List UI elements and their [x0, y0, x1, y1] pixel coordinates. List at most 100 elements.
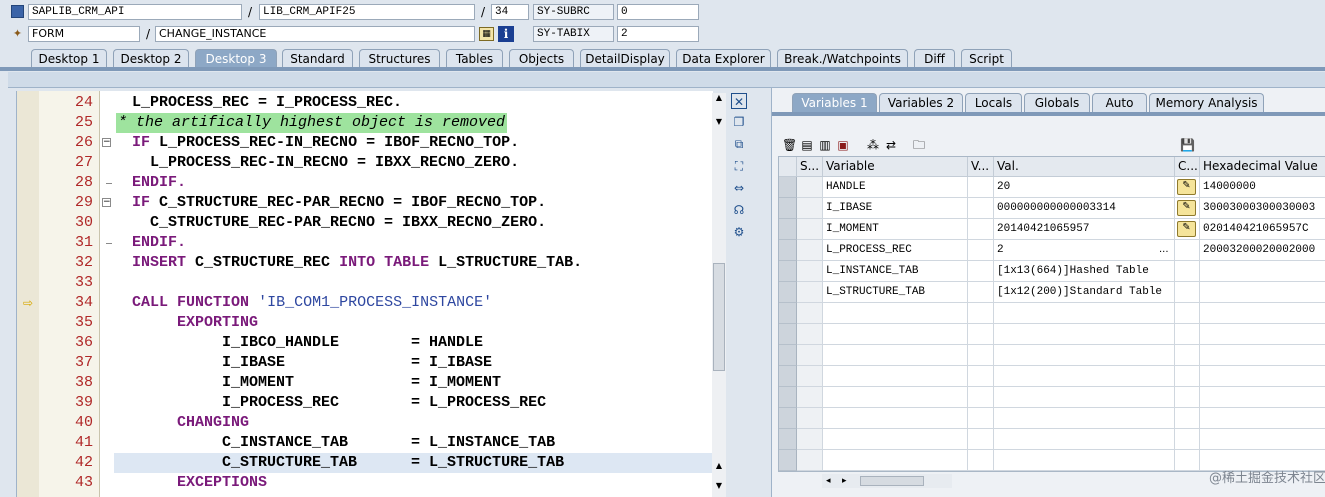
- grid-cell[interactable]: [823, 303, 968, 324]
- grid-header[interactable]: Variable: [823, 157, 968, 177]
- fold-column[interactable]: − −: [100, 91, 114, 497]
- info-icon[interactable]: i: [498, 26, 514, 42]
- row-selector[interactable]: [779, 387, 797, 408]
- grid-cell[interactable]: [823, 324, 968, 345]
- table-icon[interactable]: ▦: [479, 27, 494, 41]
- code-line[interactable]: EXCEPTIONS: [114, 473, 713, 493]
- folder-open-icon[interactable]: 🗀: [912, 138, 926, 152]
- edit-pencil-icon[interactable]: ✎: [1177, 200, 1196, 216]
- variable-value-cell[interactable]: 20140421065957: [994, 219, 1175, 240]
- row-selector[interactable]: [779, 450, 797, 471]
- transfer-icon[interactable]: ⇄: [884, 138, 898, 152]
- code-line[interactable]: I_PROCESS_REC = L_PROCESS_REC: [114, 393, 713, 413]
- horizontal-scrollbar[interactable]: ◂ ▸: [822, 474, 952, 488]
- code-line[interactable]: ENDIF.: [114, 233, 713, 253]
- code-line[interactable]: CALL FUNCTION 'IB_COM1_PROCESS_INSTANCE': [114, 293, 713, 313]
- grid-header[interactable]: V...: [968, 157, 994, 177]
- tab-diff[interactable]: Diff: [914, 49, 955, 68]
- new-window-icon[interactable]: ❐: [731, 114, 747, 130]
- tab-memory-analysis[interactable]: Memory Analysis: [1149, 93, 1264, 113]
- grid-cell[interactable]: [994, 345, 1175, 366]
- code-line[interactable]: I_MOMENT = I_MOMENT: [114, 373, 713, 393]
- code-line[interactable]: C_STRUCTURE_REC-PAR_RECNO = IBXX_RECNO_Z…: [114, 213, 713, 233]
- code-line[interactable]: IF C_STRUCTURE_REC-PAR_RECNO = IBOF_RECN…: [114, 193, 713, 213]
- code-line[interactable]: I_IBASE = I_IBASE: [114, 353, 713, 373]
- code-line[interactable]: I_IBCO_HANDLE = HANDLE: [114, 333, 713, 353]
- variable-name-cell[interactable]: L_INSTANCE_TAB: [823, 261, 968, 282]
- tab-locals[interactable]: Locals: [965, 93, 1022, 113]
- code-line[interactable]: [114, 273, 713, 293]
- variable-name-cell[interactable]: L_PROCESS_REC: [823, 240, 968, 261]
- tab-globals[interactable]: Globals: [1024, 93, 1090, 113]
- tab-structures[interactable]: Structures: [359, 49, 440, 68]
- code-line[interactable]: L_PROCESS_REC = I_PROCESS_REC.: [114, 93, 713, 113]
- grid-cell[interactable]: [823, 429, 968, 450]
- fold-toggle-icon[interactable]: −: [102, 198, 111, 207]
- variable-value-cell[interactable]: [1x12(200)]Standard Table: [994, 282, 1175, 303]
- source-code-editor[interactable]: ⇨ 24 25 26 27 28 29 30 31 32 33 34 35 36 37 38 39 40 41 42…: [16, 91, 713, 497]
- include-field[interactable]: LIB_CRM_APIF25: [259, 4, 475, 20]
- export-icon[interactable]: ▥: [818, 138, 832, 152]
- code-area[interactable]: L_PROCESS_REC = I_PROCESS_REC. * the arti…: [114, 91, 713, 497]
- tab-auto[interactable]: Auto: [1092, 93, 1147, 113]
- variable-value-cell[interactable]: [1x13(664)]Hashed Table: [994, 261, 1175, 282]
- code-line[interactable]: C_INSTANCE_TAB = L_INSTANCE_TAB: [114, 433, 713, 453]
- row-selector[interactable]: [779, 324, 797, 345]
- line-number-field[interactable]: 34: [491, 4, 529, 20]
- edit-pencil-icon[interactable]: ✎: [1177, 179, 1196, 195]
- variable-name-cell[interactable]: HANDLE: [823, 177, 968, 198]
- variable-name-cell[interactable]: L_STRUCTURE_TAB: [823, 282, 968, 303]
- scrollbar-thumb[interactable]: [713, 263, 725, 371]
- row-selector[interactable]: [779, 429, 797, 450]
- row-selector[interactable]: [779, 408, 797, 429]
- tab-variables-1[interactable]: Variables 1: [792, 93, 877, 113]
- tab-break-watchpoints[interactable]: Break./Watchpoints: [777, 49, 908, 68]
- code-line[interactable]: L_PROCESS_REC-IN_RECNO = IBXX_RECNO_ZERO…: [114, 153, 713, 173]
- grid-header[interactable]: C...: [1175, 157, 1200, 177]
- tab-objects[interactable]: Objects: [509, 49, 574, 68]
- grid-cell[interactable]: [994, 366, 1175, 387]
- editor-scrollbar[interactable]: ▲ ▼ ▲ ▼: [712, 93, 726, 497]
- block-type-field[interactable]: FORM: [28, 26, 140, 42]
- grid-cell[interactable]: [994, 450, 1175, 471]
- detail-view-icon[interactable]: ▤: [800, 138, 814, 152]
- delete-icon[interactable]: 🗑: [782, 138, 797, 152]
- program-field[interactable]: SAPLIB_CRM_API: [28, 4, 242, 20]
- row-selector[interactable]: [779, 261, 797, 282]
- code-line[interactable]: EXPORTING: [114, 313, 713, 333]
- grid-cell[interactable]: [823, 387, 968, 408]
- breakpoint-gutter[interactable]: ⇨: [17, 91, 39, 497]
- edit-pencil-icon[interactable]: ✎: [1177, 221, 1196, 237]
- row-selector[interactable]: [779, 198, 797, 219]
- grid-cell[interactable]: [823, 345, 968, 366]
- grid-cell[interactable]: [994, 408, 1175, 429]
- headset-icon[interactable]: ☊: [731, 202, 747, 218]
- resize-horizontal-icon[interactable]: ⇔: [731, 180, 747, 196]
- variable-name-cell[interactable]: I_IBASE: [823, 198, 968, 219]
- tab-script[interactable]: Script: [961, 49, 1012, 68]
- variable-value-cell[interactable]: 000000000000003314: [994, 198, 1175, 219]
- settings-tool-icon[interactable]: ⚙: [731, 224, 747, 240]
- tab-desktop-3[interactable]: Desktop 3: [195, 49, 277, 68]
- row-selector[interactable]: [779, 366, 797, 387]
- scroll-right-arrow-icon[interactable]: ▸: [842, 474, 852, 488]
- row-selector[interactable]: [779, 177, 797, 198]
- variables-grid[interactable]: S... Variable V... Val. C... Hexadecimal Valu…: [778, 156, 1325, 472]
- tab-data-explorer[interactable]: Data Explorer: [676, 49, 771, 68]
- code-line[interactable]: * the artifically highest object is remo…: [114, 113, 713, 133]
- variable-value-cell[interactable]: 20: [994, 177, 1175, 198]
- close-icon[interactable]: ✕: [731, 93, 747, 109]
- grid-header[interactable]: Val.: [994, 157, 1175, 177]
- grid-cell[interactable]: [994, 303, 1175, 324]
- row-selector[interactable]: [779, 219, 797, 240]
- tab-tables[interactable]: Tables: [446, 49, 503, 68]
- scroll-up-arrow-icon[interactable]: ▼: [714, 117, 724, 127]
- grid-header[interactable]: Hexadecimal Value: [1200, 157, 1325, 177]
- sy-tabix-value[interactable]: 2: [617, 26, 699, 42]
- grid-cell[interactable]: [994, 429, 1175, 450]
- code-line[interactable]: INSERT C_STRUCTURE_REC INTO TABLE L_STRU…: [114, 253, 713, 273]
- row-selector[interactable]: [779, 303, 797, 324]
- tab-desktop-2[interactable]: Desktop 2: [113, 49, 189, 68]
- code-line[interactable]: IF L_PROCESS_REC-IN_RECNO = IBOF_RECNO_T…: [114, 133, 713, 153]
- variable-value-cell[interactable]: 2: [994, 240, 1175, 261]
